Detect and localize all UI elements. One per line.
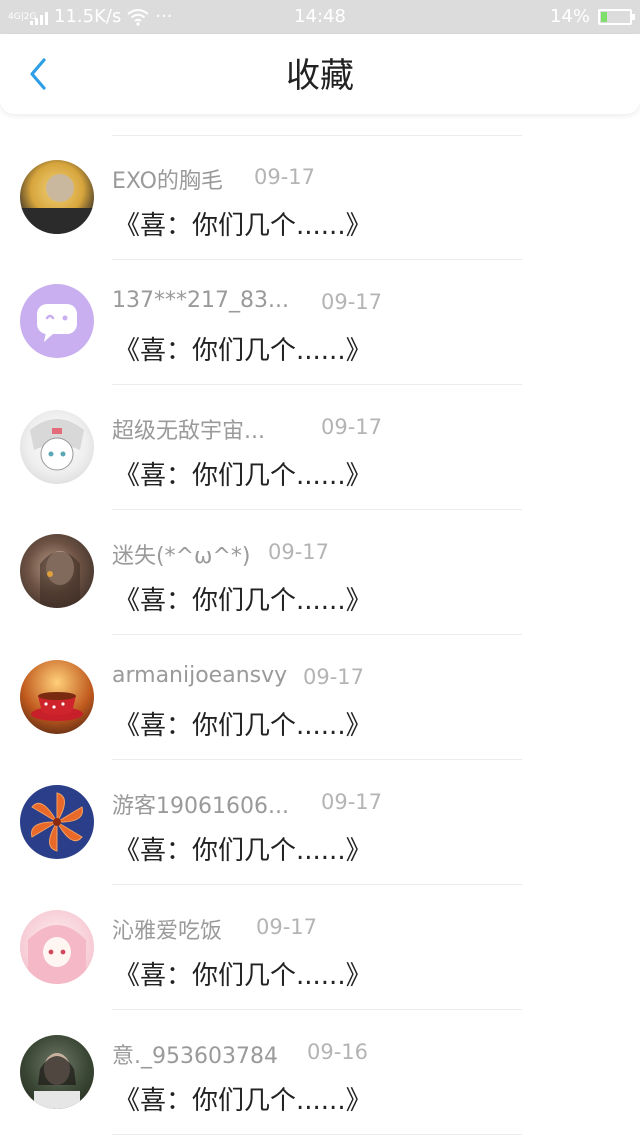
favorite-content[interactable]: 《喜：你们几个......》 bbox=[114, 955, 372, 992]
favorite-content[interactable]: 《喜：你们几个......》 bbox=[114, 705, 372, 742]
timestamp: 09-16 bbox=[307, 1040, 369, 1064]
favorite-content[interactable]: 《喜：你们几个......》 bbox=[114, 830, 372, 867]
username: 游客19061606... bbox=[112, 794, 289, 819]
status-bar: 4G|2G 11.5K/s ··· 14:48 14% bbox=[0, 0, 640, 34]
avatar[interactable] bbox=[20, 534, 94, 608]
avatar[interactable] bbox=[20, 160, 94, 234]
list-item[interactable]: armanijoeansvy 09-17 《喜：你们几个......》 bbox=[0, 635, 640, 760]
favorite-content[interactable]: 《喜：你们几个......》 bbox=[114, 330, 372, 367]
favorite-content[interactable]: 《喜：你们几个......》 bbox=[114, 580, 372, 617]
list-item[interactable]: 迷失(*^ω^*) 09-17 《喜：你们几个......》 bbox=[0, 510, 640, 635]
avatar[interactable] bbox=[20, 410, 94, 484]
pinwheel-icon bbox=[31, 792, 83, 852]
favorite-content[interactable]: 《喜：你们几个......》 bbox=[114, 205, 372, 242]
nav-bar: 收藏 bbox=[0, 34, 640, 114]
timestamp: 09-17 bbox=[303, 665, 365, 689]
battery-percent: 14% bbox=[549, 6, 590, 27]
avatar-image bbox=[28, 925, 86, 984]
avatar[interactable] bbox=[20, 660, 94, 734]
username: 超级无敌宇宙... bbox=[112, 419, 265, 444]
page-title: 收藏 bbox=[286, 56, 354, 96]
battery-icon bbox=[598, 9, 635, 25]
timestamp: 09-17 bbox=[321, 790, 383, 814]
list-item[interactable]: 137***217_83... 09-17 《喜：你们几个......》 bbox=[0, 260, 640, 385]
avatar-image bbox=[30, 419, 84, 471]
favorite-content[interactable]: 《喜：你们几个......》 bbox=[114, 455, 372, 492]
timestamp: 09-17 bbox=[321, 415, 383, 439]
username: 意._953603784 bbox=[112, 1044, 278, 1069]
avatar[interactable] bbox=[20, 910, 94, 984]
list-item[interactable]: 游客19061606... 09-17 《喜：你们几个......》 bbox=[0, 760, 640, 885]
avatar[interactable] bbox=[20, 785, 94, 859]
timestamp: 09-17 bbox=[254, 165, 316, 189]
list-item[interactable]: EXO的胸毛 09-17 《喜：你们几个......》 bbox=[0, 135, 640, 260]
avatar-image bbox=[20, 174, 94, 234]
favorite-content[interactable]: 《喜：你们几个......》 bbox=[114, 1080, 372, 1117]
avatar-image bbox=[34, 1053, 80, 1109]
username: armanijoeansvy bbox=[112, 663, 288, 688]
username: 迷失(*^ω^*) bbox=[112, 544, 251, 569]
timestamp: 09-17 bbox=[256, 915, 318, 939]
timestamp: 09-17 bbox=[321, 290, 383, 314]
divider bbox=[112, 1134, 522, 1135]
chat-bubble-icon bbox=[37, 304, 77, 342]
list-item[interactable]: 沁雅爱吃饭 09-17 《喜：你们几个......》 bbox=[0, 885, 640, 1010]
username: 沁雅爱吃饭 bbox=[112, 919, 223, 944]
tea-cup-icon bbox=[31, 692, 83, 721]
avatar[interactable] bbox=[20, 1035, 94, 1109]
avatar[interactable] bbox=[20, 284, 94, 358]
avatar-image bbox=[40, 551, 80, 608]
list-item[interactable]: 意._953603784 09-16 《喜：你们几个......》 bbox=[0, 1010, 640, 1135]
username: 137***217_83... bbox=[112, 288, 289, 313]
username: EXO的胸毛 bbox=[112, 169, 223, 194]
list-item[interactable]: 超级无敌宇宙... 09-17 《喜：你们几个......》 bbox=[0, 385, 640, 510]
timestamp: 09-17 bbox=[268, 540, 330, 564]
clock: 14:48 bbox=[294, 6, 346, 27]
